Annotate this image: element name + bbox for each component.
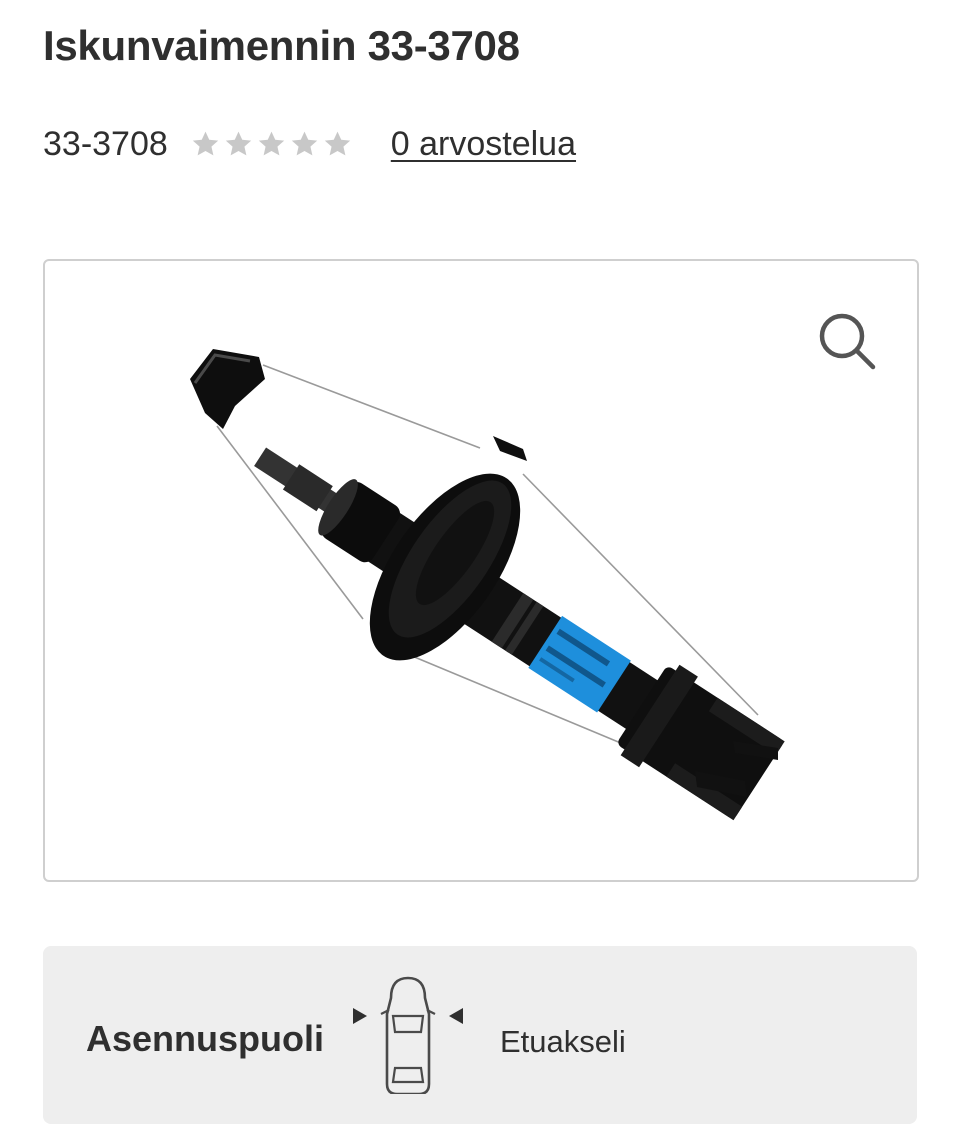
product-image-frame[interactable] xyxy=(43,259,919,882)
product-sku: 33-3708 xyxy=(43,124,168,163)
zoom-icon[interactable] xyxy=(817,311,879,373)
star-icon xyxy=(291,131,317,155)
star-icon xyxy=(192,131,218,155)
spec-value: Etuakseli xyxy=(500,1024,626,1059)
spec-label: Asennuspuoli xyxy=(86,1018,325,1059)
star-icon xyxy=(225,131,251,155)
rating-stars xyxy=(190,129,353,160)
product-title: Iskunvaimennin 33-3708 xyxy=(43,22,520,69)
car-front-axle-icon xyxy=(353,976,463,1094)
shock-absorber-image xyxy=(190,349,785,821)
star-icon xyxy=(258,131,284,155)
reviews-link[interactable]: 0 arvostelua xyxy=(391,125,576,164)
star-icon xyxy=(324,131,350,155)
mounting-side-spec: Asennuspuoli Etuakseli xyxy=(43,946,917,1124)
product-meta: 33-3708 0 arvostelua xyxy=(43,122,576,166)
